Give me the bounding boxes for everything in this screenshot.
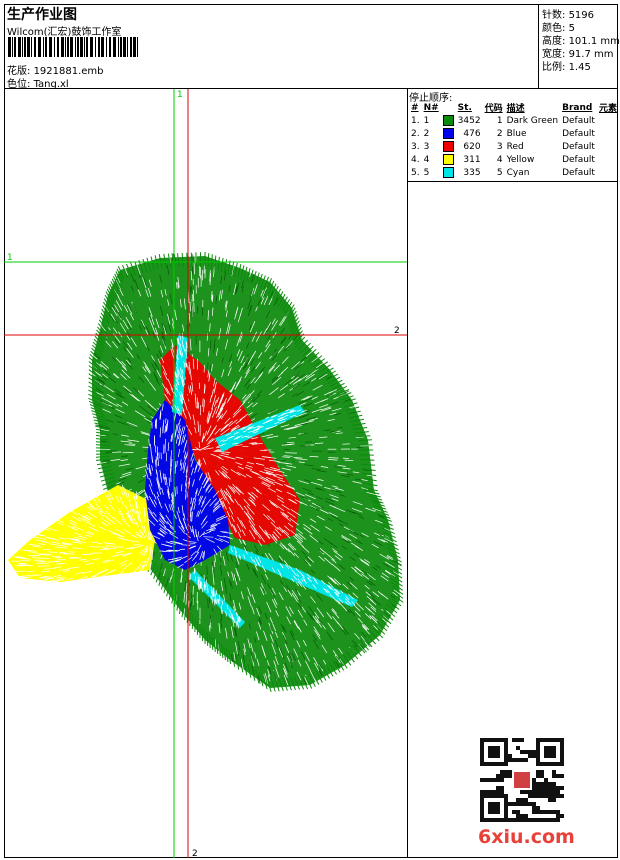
- yellow-fill: [8, 484, 159, 583]
- watermark: 6xiu.com: [478, 826, 575, 848]
- guide-label-green-vertical: 1: [177, 90, 183, 100]
- qr-code: [480, 738, 564, 822]
- embroidery-design-canvas: 1 1 2 2: [4, 89, 407, 859]
- guide-label-green-horizontal: 1: [7, 253, 13, 263]
- guide-label-red-vertical: 2: [192, 849, 198, 859]
- guide-label-red-horizontal: 2: [394, 326, 400, 336]
